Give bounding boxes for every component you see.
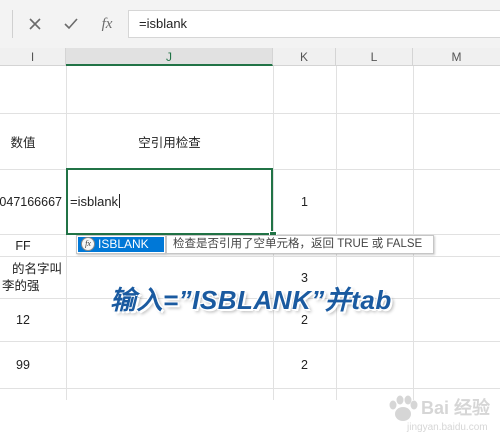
insert-function-button[interactable]: fx <box>96 12 118 36</box>
check-icon[interactable] <box>60 12 82 36</box>
column-header-m[interactable]: M <box>413 48 500 66</box>
cell-i-row3-line1: 的名字叫 <box>11 261 62 276</box>
cell-i-row3-line2: 李的强 <box>2 278 40 293</box>
cell-i-header[interactable]: 数值 <box>0 114 46 169</box>
watermark-url: jingyan.baidu.com <box>407 422 488 433</box>
gridline <box>336 66 337 400</box>
column-header-k[interactable]: K <box>273 48 336 66</box>
column-header-l[interactable]: L <box>336 48 413 66</box>
cell-k-row1[interactable]: 1 <box>273 170 336 234</box>
column-header-j[interactable]: J <box>66 48 273 66</box>
gridline <box>0 341 500 342</box>
active-cell-text: =isblank <box>70 194 121 210</box>
spreadsheet-grid: I J K L M 数值 空引用检查 047166667 1 FF 的名字叫 李… <box>0 48 500 433</box>
function-icon: fx <box>81 237 95 251</box>
cell-i-row1[interactable]: 047166667 <box>0 170 66 234</box>
watermark-text: Bai 经验 <box>421 398 491 418</box>
cell-i-row5[interactable]: 99 <box>0 342 46 388</box>
gridline <box>413 66 414 400</box>
function-autocomplete: fx ISBLANK <box>76 235 166 254</box>
formula-bar: fx =isblank <box>0 0 500 49</box>
gridline <box>0 256 500 257</box>
autocomplete-item-label: ISBLANK <box>98 237 149 251</box>
function-tooltip: 检查是否引用了空单元格，返回 TRUE 或 FALSE <box>166 235 434 254</box>
cell-j-header[interactable]: 空引用检查 <box>66 114 273 169</box>
paw-icon <box>389 395 418 421</box>
cell-i-row3[interactable]: 的名字叫 李的强 <box>0 257 66 298</box>
text-caret <box>119 194 121 208</box>
cell-i-row2[interactable]: FF <box>0 235 46 256</box>
active-cell-value: =isblank <box>70 194 119 209</box>
cell-i-row4[interactable]: 12 <box>0 299 46 341</box>
formula-bar-divider <box>12 10 13 38</box>
autocomplete-item-isblank[interactable]: fx ISBLANK <box>78 237 164 252</box>
column-header-i[interactable]: I <box>0 48 66 66</box>
gridline <box>0 388 500 389</box>
formula-input[interactable]: =isblank <box>128 10 500 38</box>
close-icon[interactable] <box>24 12 46 36</box>
cell-k-row5[interactable]: 2 <box>273 342 336 388</box>
instruction-caption: 输入=”ISBLANK”并tab <box>110 285 392 315</box>
